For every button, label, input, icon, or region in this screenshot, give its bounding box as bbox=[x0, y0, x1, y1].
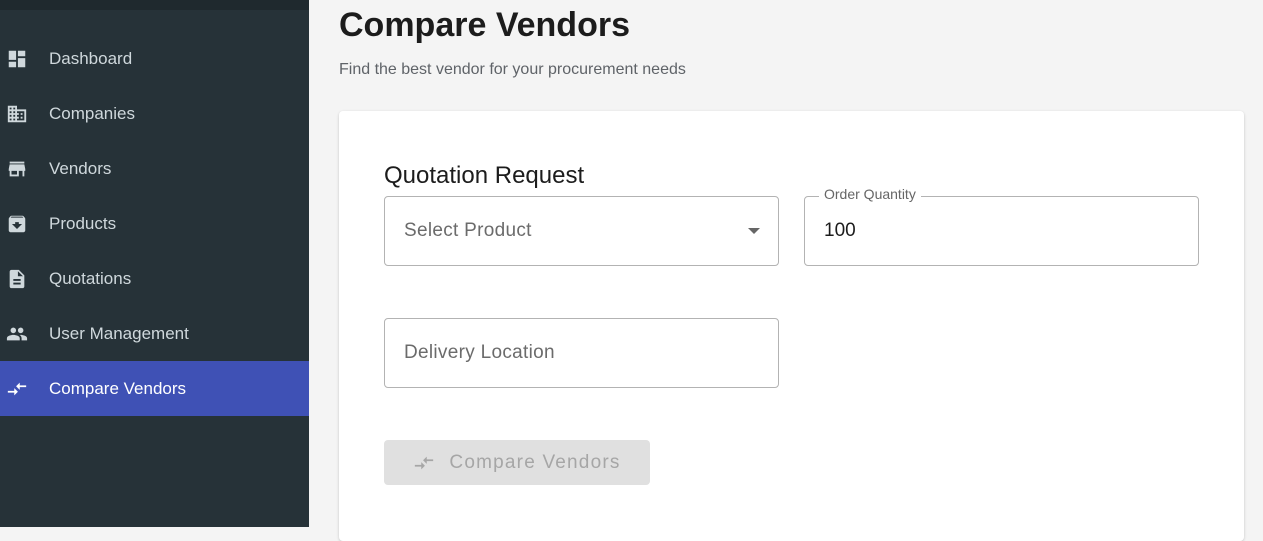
compare-vendors-button-label: Compare Vendors bbox=[449, 451, 621, 473]
compare-arrows-icon bbox=[413, 452, 435, 474]
archive-icon bbox=[6, 213, 28, 235]
order-quantity-field: Order Quantity bbox=[804, 186, 1199, 266]
compare-vendors-button[interactable]: Compare Vendors bbox=[384, 440, 650, 485]
sidebar-item-label: Vendors bbox=[49, 158, 112, 178]
sidebar-item-label: User Management bbox=[49, 323, 189, 343]
page-subtitle: Find the best vendor for your procuremen… bbox=[339, 61, 686, 78]
sidebar-nav: Dashboard Companies Vendors Products Quo… bbox=[0, 31, 309, 416]
sidebar-item-label: Companies bbox=[49, 103, 135, 123]
dashboard-icon bbox=[6, 48, 28, 70]
document-icon bbox=[6, 268, 28, 290]
compare-arrows-icon bbox=[6, 378, 28, 400]
sidebar-item-dashboard[interactable]: Dashboard bbox=[0, 31, 309, 86]
sidebar-item-quotations[interactable]: Quotations bbox=[0, 251, 309, 306]
order-quantity-label: Order Quantity bbox=[819, 186, 921, 202]
store-icon bbox=[6, 158, 28, 180]
sidebar-item-label: Products bbox=[49, 213, 117, 233]
sidebar-item-products[interactable]: Products bbox=[0, 196, 309, 251]
quotation-request-card: Quotation Request Select Product Order Q… bbox=[339, 111, 1244, 541]
business-icon bbox=[6, 103, 28, 125]
sidebar-item-compare-vendors[interactable]: Compare Vendors bbox=[0, 361, 309, 416]
people-icon bbox=[6, 323, 28, 345]
sidebar-item-label: Quotations bbox=[49, 268, 132, 288]
page-title: Compare Vendors bbox=[339, 6, 630, 44]
sidebar-item-companies[interactable]: Companies bbox=[0, 86, 309, 141]
sidebar-item-label: Compare Vendors bbox=[49, 378, 187, 398]
product-select-placeholder: Select Product bbox=[404, 220, 532, 241]
delivery-location-input[interactable] bbox=[385, 319, 778, 387]
sidebar-header bbox=[0, 0, 309, 10]
sidebar: Dashboard Companies Vendors Products Quo… bbox=[0, 0, 309, 527]
order-quantity-input[interactable] bbox=[824, 220, 1164, 242]
product-select[interactable]: Select Product bbox=[384, 196, 779, 266]
sidebar-item-user-management[interactable]: User Management bbox=[0, 306, 309, 361]
sidebar-item-label: Dashboard bbox=[49, 48, 133, 68]
delivery-location-field bbox=[384, 318, 779, 388]
sidebar-item-vendors[interactable]: Vendors bbox=[0, 141, 309, 196]
section-title: Quotation Request bbox=[384, 162, 585, 189]
dropdown-arrow-icon bbox=[748, 228, 760, 234]
